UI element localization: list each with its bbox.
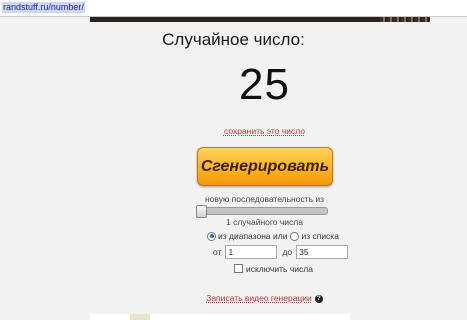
page-title: Случайное число: — [162, 30, 305, 49]
sequence-label: новую последовательность из — [204, 194, 325, 204]
list-radio[interactable] — [290, 231, 300, 241]
record-video-link[interactable]: Записать видео генерации — [206, 293, 312, 303]
to-label: до — [282, 247, 293, 257]
range-inputs: от 1 до 35 — [213, 244, 353, 260]
exclude-label[interactable]: исключить числа — [246, 264, 313, 274]
site-banner — [90, 17, 430, 22]
address-bar[interactable]: randstuff.ru/number/ — [0, 0, 467, 17]
url-text[interactable]: randstuff.ru/number/ — [2, 2, 85, 13]
video-record-row: Записать видео генерации? — [0, 293, 467, 303]
random-number: 25 — [239, 60, 290, 109]
range-radio-label[interactable]: из диапазона или — [218, 231, 287, 241]
count-slider[interactable] — [196, 205, 328, 218]
banner-decoration — [380, 17, 430, 22]
bottom-strip — [90, 314, 350, 320]
count-label: 1 случайного числа — [226, 217, 303, 227]
help-icon[interactable]: ? — [314, 294, 323, 303]
from-input[interactable]: 1 — [225, 245, 278, 259]
exclude-checkbox[interactable] — [234, 264, 243, 273]
save-number-link[interactable]: сохранить это число — [0, 126, 467, 136]
to-input[interactable]: 35 — [296, 245, 349, 259]
generate-button[interactable]: Сгенерировать — [197, 147, 333, 186]
range-radio[interactable] — [207, 231, 216, 241]
list-radio-label[interactable]: из списка — [301, 231, 339, 241]
from-label: от — [213, 247, 222, 257]
mode-selector: из диапазона или из списка — [207, 230, 339, 242]
exclude-option: исключить числа — [234, 263, 313, 274]
